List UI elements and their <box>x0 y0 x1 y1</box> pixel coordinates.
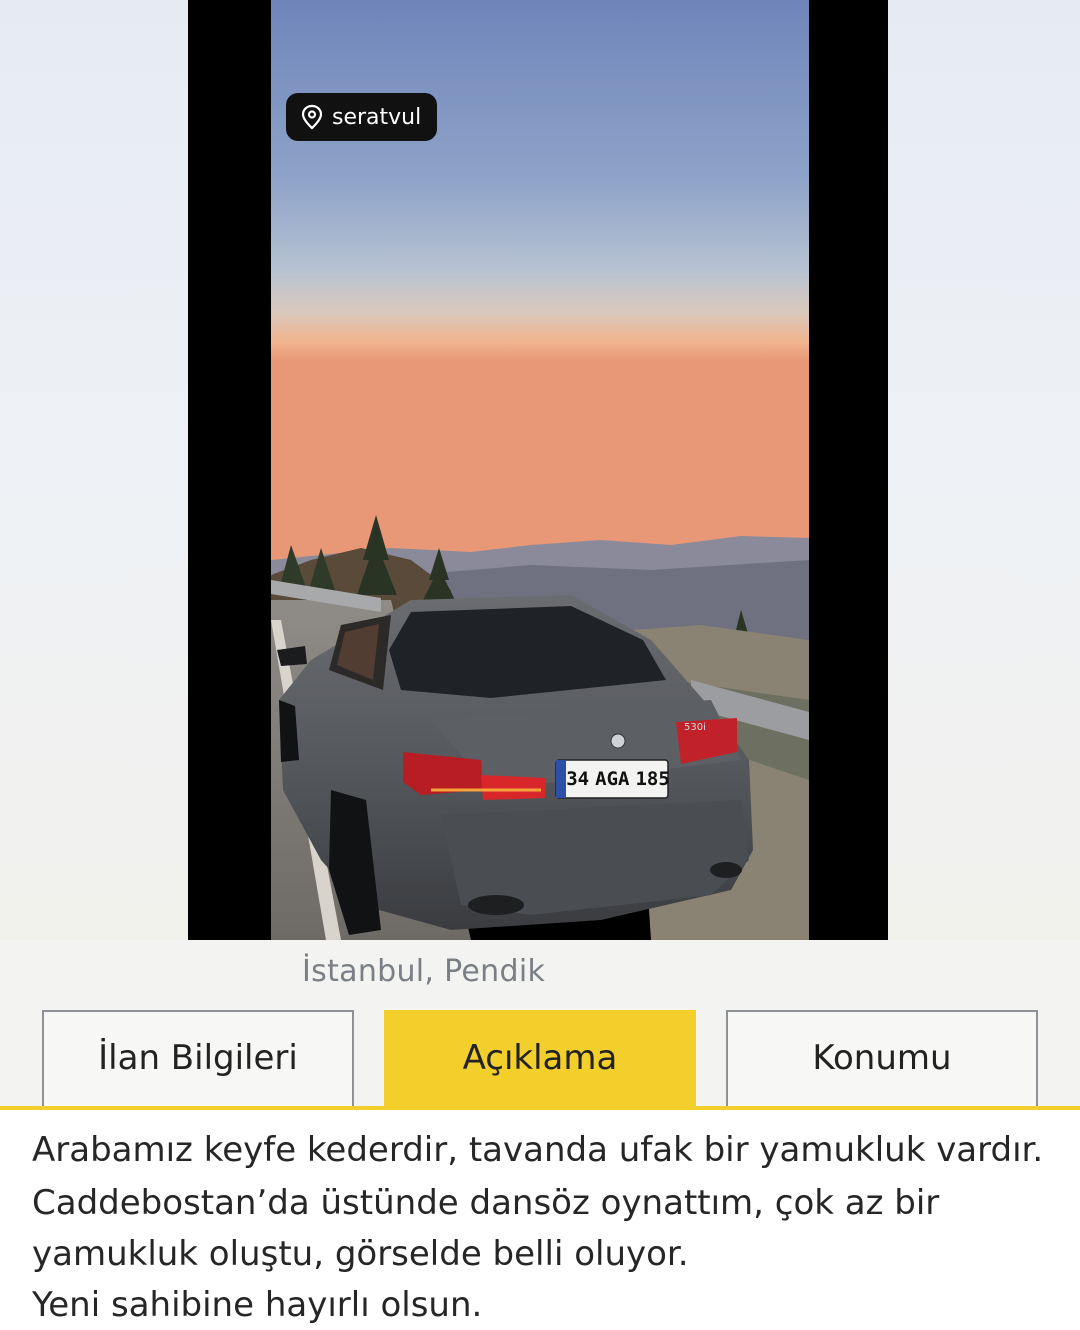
location-tag[interactable]: seratvul <box>286 93 438 141</box>
description-line: Yeni sahibine hayırlı olsun. <box>32 1285 483 1325</box>
plate-letters: AGA <box>595 768 630 790</box>
plate-digits: 185 <box>635 768 670 790</box>
car-photo: 34 AGA 185 530i <box>271 0 809 940</box>
trunk-badge: 530i <box>684 722 706 733</box>
listing-location: İstanbul, Pendik <box>302 954 546 989</box>
tab-label: Konumu <box>812 1038 952 1078</box>
plate-province: 34 <box>566 768 590 790</box>
story-video-frame[interactable]: 34 AGA 185 530i seratvul <box>188 0 888 940</box>
description-box: Arabamız keyfe kederdir, tavanda ufak bi… <box>0 1110 1080 1330</box>
tab-label: Açıklama <box>462 1038 618 1078</box>
description-line: Arabamız keyfe kederdir, tavanda ufak bi… <box>32 1130 1044 1170</box>
map-pin-icon <box>301 104 323 130</box>
description-line: yamukluk oluştu, görselde belli oluyor. <box>32 1234 689 1274</box>
tab-aciklama[interactable]: Açıklama <box>384 1010 696 1108</box>
location-tag-label: seratvul <box>332 104 422 130</box>
tab-konumu[interactable]: Konumu <box>726 1010 1038 1108</box>
watermark: erdem <box>820 1281 917 1316</box>
tab-label: İlan Bilgileri <box>98 1038 298 1078</box>
description-line: Caddebostan’da üstünde dansöz oynattım, … <box>32 1183 940 1223</box>
listing-panel: İstanbul, Pendik İlan Bilgileri Açıklama… <box>0 940 1080 1330</box>
license-plate: 34 AGA 185 <box>566 762 670 796</box>
right-background <box>888 0 1080 940</box>
tab-ilan-bilgileri[interactable]: İlan Bilgileri <box>42 1010 354 1108</box>
left-background <box>0 0 188 940</box>
